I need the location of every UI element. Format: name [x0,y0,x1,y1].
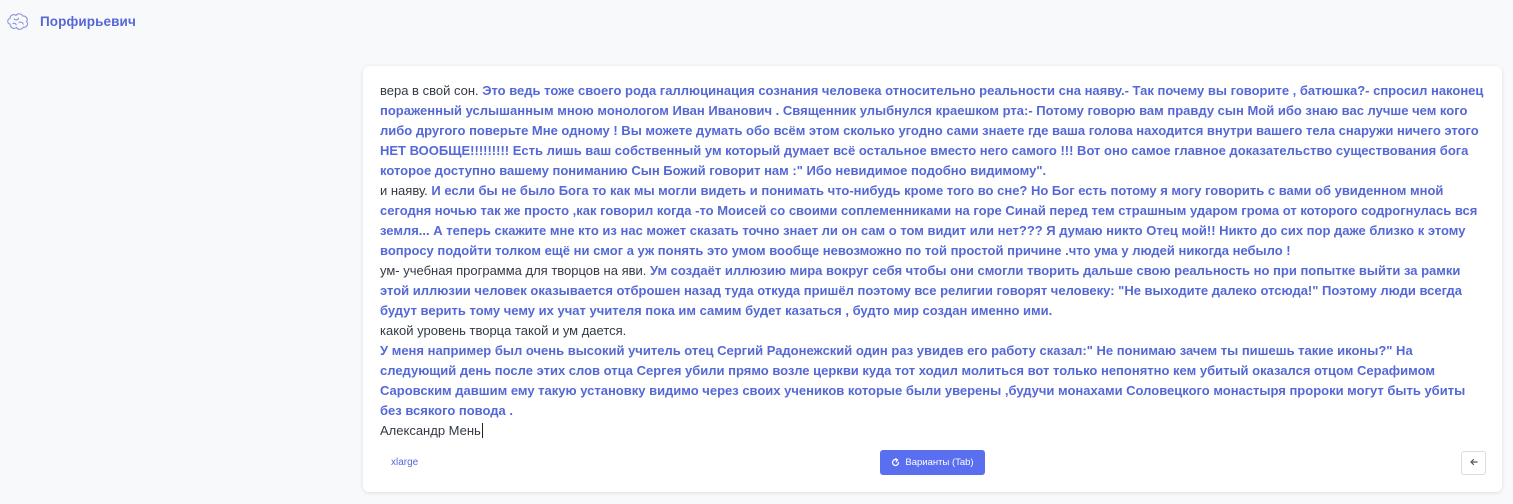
user-text: ум- учебная программа для творцов на яви… [380,263,651,278]
app-title[interactable]: Порфирьевич [40,14,136,29]
paragraph-2: и наяву. И если бы не было Бога то как м… [380,181,1490,261]
generated-text: Это ведь тоже своего рода галлюцинация с… [380,83,1484,178]
model-label[interactable]: xlarge [391,457,418,468]
arrow-left-icon [1469,454,1479,472]
paragraph-6: Александр Мень [380,421,1490,441]
brain-logo-icon[interactable] [6,11,30,31]
text-editor[interactable]: вера в свой сон. Это ведь тоже своего ро… [380,81,1490,441]
user-text: и наяву. [380,183,432,198]
paragraph-4: какой уровень творца такой и ум дается. [380,321,1490,341]
variants-button[interactable]: Варианты (Tab) [880,450,985,475]
generated-text: У меня например был очень высокий учител… [380,343,1466,418]
variants-button-label: Варианты (Tab) [905,457,974,468]
app-header: Порфирьевич [6,10,136,32]
paragraph-5: У меня например был очень высокий учител… [380,341,1490,421]
user-text: Александр Мень [380,423,481,438]
text-cursor [481,423,483,438]
user-text: вера в свой сон. [380,83,483,98]
refresh-icon [891,458,900,467]
paragraph-1: вера в свой сон. Это ведь тоже своего ро… [380,81,1490,181]
user-text: какой уровень творца такой и ум дается. [380,323,627,338]
generated-text: И если бы не было Бога то как мы могли в… [380,183,1478,258]
paragraph-3: ум- учебная программа для творцов на яви… [380,261,1490,321]
editor-footer: xlarge Варианты (Tab) [363,450,1502,476]
back-button[interactable] [1461,451,1486,475]
editor-card: вера в свой сон. Это ведь тоже своего ро… [363,66,1502,492]
